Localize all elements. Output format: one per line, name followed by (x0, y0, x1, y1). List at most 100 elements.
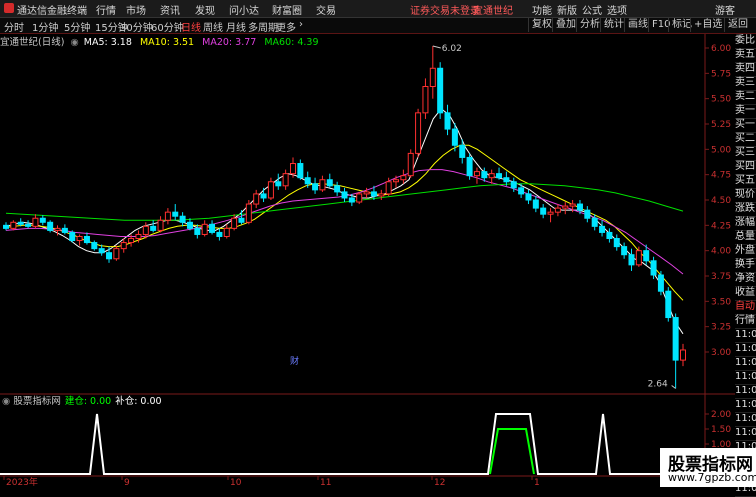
price-tick-label: 5.50 (711, 95, 731, 105)
quote-label: 现价 (735, 188, 756, 203)
current-stock-name: 宜通世纪 (473, 6, 513, 17)
add-watchlist-button[interactable]: +自选 (690, 18, 725, 32)
period-5min[interactable]: 5分钟 (64, 19, 90, 34)
quote-label: 外盘 (735, 244, 756, 259)
candle-body (429, 67, 436, 88)
watermark: 股票指标网 www.7gpzb.com (660, 448, 756, 487)
date-tick-label: 11 (320, 478, 331, 487)
quote-label: 自动 (735, 300, 756, 315)
quote-label: 11:0 (735, 370, 756, 385)
date-tick-label: 9 (124, 478, 130, 487)
menu-market[interactable]: 市场 (126, 2, 146, 17)
analyze-button[interactable]: 分析 (576, 18, 603, 32)
price-tick-label: 5.25 (711, 120, 731, 130)
candle-body (69, 231, 76, 242)
quote-label: 11:0 (735, 398, 756, 413)
stats-button[interactable]: 统计 (600, 18, 627, 32)
low-marker-label: 2.64 (648, 379, 668, 389)
indicator-title: ◉ 股票指标网 建仓: 0.00 补仓: 0.00 (2, 395, 162, 407)
draw-line-button[interactable]: 画线 (624, 18, 651, 32)
candle-body (665, 290, 672, 319)
candle-body (157, 219, 164, 231)
price-tick-label: 5.00 (711, 145, 731, 155)
candle-body (635, 250, 642, 266)
menu-function[interactable]: 功能 (532, 2, 552, 17)
quote-label: 委比 (735, 34, 756, 49)
period-more[interactable]: 更多 (276, 19, 296, 34)
candle-body (61, 227, 68, 233)
user-guest[interactable]: 游客 (715, 2, 735, 17)
quote-label: 11:0 (735, 412, 756, 427)
period-60min[interactable]: 60分钟 (151, 19, 184, 34)
candle-body (680, 349, 686, 361)
low-marker-arrow (671, 385, 676, 389)
price-tick-label: 6.00 (711, 44, 731, 54)
candle-body (98, 248, 105, 254)
build-label: 建仓: 0.00 (65, 395, 111, 407)
kline-chart[interactable]: 6.00 5.75 5.50 5.25 5.00 4.75 4.50 4.25 4.00 3.75… (0, 34, 735, 487)
candle-body (25, 223, 32, 227)
candle-body (231, 217, 238, 229)
quote-label: 总量 (735, 230, 756, 245)
period-monthly[interactable]: 月线 (226, 19, 246, 34)
menu-wealth[interactable]: 财富圈 (272, 2, 302, 17)
adjust-button[interactable]: 复权 (528, 18, 555, 32)
period-30min[interactable]: 30分钟 (120, 19, 153, 34)
candle-body (275, 181, 282, 187)
date-tick-label: 12 (434, 478, 445, 487)
price-tick-label: 4.00 (711, 247, 731, 257)
indicator-lines (0, 413, 705, 475)
menu-options[interactable]: 选项 (607, 2, 627, 17)
menu-quote[interactable]: 行情 (96, 2, 116, 17)
date-axis: 2023年 9 10 11 12 1 (0, 475, 705, 487)
quote-label: 11:0 (735, 426, 756, 441)
period-1min[interactable]: 1分钟 (32, 19, 58, 34)
candle-body (76, 235, 83, 242)
indicator-settings-icon[interactable]: ◉ (2, 396, 13, 407)
menu-trade[interactable]: 交易 (316, 2, 336, 17)
candle-body (562, 205, 569, 209)
watermark-url: www.7gpzb.com (668, 471, 756, 484)
quote-label: 买一 (735, 118, 756, 133)
candles (3, 45, 686, 389)
finance-event-marker[interactable]: 财 (290, 355, 299, 367)
candle-body (201, 223, 208, 235)
quote-label: 11:0 (735, 384, 756, 399)
quote-label: 买五 (735, 174, 756, 189)
candle-body (150, 225, 157, 231)
candle-body (17, 221, 24, 225)
period-weekly[interactable]: 周线 (203, 19, 223, 34)
menu-new[interactable]: 新版 (557, 2, 577, 17)
chevron-right-icon[interactable]: › (299, 19, 303, 30)
period-tick[interactable]: 分时 (4, 19, 24, 34)
period-toolbar: 分时 1分钟 5分钟 15分钟 30分钟 60分钟 日线 周线 月线 多周期 更… (0, 18, 756, 34)
menu-news[interactable]: 资讯 (160, 2, 180, 17)
menu-ask[interactable]: 问小达 (229, 2, 259, 17)
period-daily[interactable]: 日线 (181, 19, 201, 34)
price-tick-label: 4.25 (711, 221, 731, 231)
candle-body (415, 112, 422, 154)
candle-body (282, 173, 289, 187)
candle-body (83, 235, 90, 244)
period-multi[interactable]: 多周期 (248, 19, 278, 34)
candle-body (518, 187, 525, 195)
menu-discover[interactable]: 发现 (195, 2, 215, 17)
candle-body (113, 248, 120, 260)
back-button[interactable]: 返回 (724, 18, 751, 32)
candle-body (437, 67, 444, 114)
quote-label: 买二 (735, 132, 756, 147)
candle-body (400, 175, 407, 181)
trade-login-warning[interactable]: 证券交易未登录 (410, 2, 480, 17)
candle-body (385, 181, 392, 195)
quote-label: 卖五 (735, 48, 756, 63)
title-bar: 通达信金融终端 行情 市场 资讯 发现 问小达 财富圈 交易 证券交易未登录 宜… (0, 0, 756, 18)
candle-body (672, 317, 679, 361)
candle-body (128, 238, 135, 244)
candle-body (238, 217, 245, 223)
quote-label: 涨幅 (735, 216, 756, 231)
quote-label: 卖三 (735, 76, 756, 91)
overlay-button[interactable]: 叠加 (552, 18, 579, 32)
build-position-line (489, 428, 535, 475)
quote-label: 换手 (735, 258, 756, 273)
menu-formula[interactable]: 公式 (582, 2, 602, 17)
